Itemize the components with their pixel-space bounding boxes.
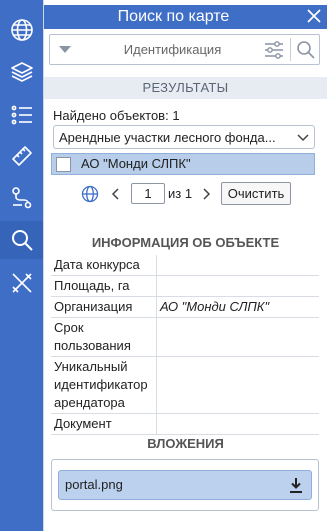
object-info-title: ИНФОРМАЦИЯ ОБ ОБЪЕКТЕ — [91, 235, 280, 250]
result-item[interactable]: АО "Монди СЛПК" — [51, 153, 315, 175]
layer-select[interactable]: Арендные участки лесного фонда... — [53, 125, 315, 149]
attachments-title: ВЛОЖЕНИЯ — [147, 436, 224, 451]
attachment-filename: portal.png — [65, 477, 123, 492]
page-count: из 1 — [168, 186, 193, 201]
page-input[interactable]: 1 — [131, 183, 165, 204]
attr-key: Организация — [51, 296, 157, 318]
chevron-left-icon[interactable] — [110, 187, 122, 201]
search-submit-icon[interactable] — [295, 39, 317, 61]
ruler-icon — [11, 146, 32, 166]
panel-titlebar: Поиск по карте — [44, 5, 327, 29]
globe-button[interactable] — [0, 11, 43, 49]
pager: 1 из 1 Очистить — [44, 182, 327, 206]
result-item-label: АО "Монди СЛПК" — [81, 156, 191, 171]
route-button[interactable] — [0, 179, 43, 217]
attr-value — [156, 413, 319, 435]
table-row: Организация АО "Монди СЛПК" — [51, 296, 319, 318]
attributes-table: Дата конкурса Площадь, га Организация АО … — [51, 255, 319, 435]
table-row: Срок пользования — [51, 317, 319, 357]
attr-key: Срок пользования — [51, 317, 157, 357]
attr-value — [156, 317, 319, 357]
search-mode-label[interactable]: Идентификация — [80, 42, 265, 57]
filter-settings-icon[interactable] — [263, 39, 285, 61]
attr-value — [156, 275, 319, 297]
search-mode-dropdown[interactable] — [50, 35, 80, 64]
chevron-right-icon[interactable] — [200, 187, 212, 201]
search-map-button[interactable] — [0, 221, 43, 259]
zoom-to-globe-icon[interactable] — [81, 185, 99, 203]
tools-button[interactable] — [0, 264, 43, 302]
list-icon — [11, 105, 32, 125]
attr-key: Документ — [51, 413, 157, 435]
attr-key: Уникальный идентификатор арендатора — [51, 356, 157, 414]
table-row: Площадь, га — [51, 275, 319, 297]
tools-icon — [11, 273, 32, 293]
found-count: Найдено объектов: 1 — [53, 108, 180, 123]
layer-select-value: Арендные участки лесного фонда... — [59, 130, 276, 145]
search-panel: Поиск по карте Идентификация РЕЗУЛЬТАТЫ … — [43, 0, 327, 531]
layers-icon — [10, 62, 33, 82]
search-icon — [11, 230, 33, 251]
attr-value: АО "Монди СЛПК" — [156, 296, 319, 318]
table-row: Документ — [51, 413, 319, 435]
legend-button[interactable] — [0, 96, 43, 134]
clear-button[interactable]: Очистить — [221, 182, 291, 205]
attr-value — [156, 255, 319, 276]
search-box: Идентификация — [49, 34, 320, 65]
divider — [290, 38, 291, 61]
attr-key: Дата конкурса — [51, 255, 157, 276]
caret-down-icon — [59, 45, 71, 53]
table-row: Дата конкурса — [51, 255, 319, 276]
layers-button[interactable] — [0, 53, 43, 91]
panel-title: Поиск по карте — [117, 8, 230, 25]
close-icon[interactable] — [305, 7, 323, 25]
table-row: Уникальный идентификатор арендатора — [51, 356, 319, 414]
globe-icon — [10, 19, 33, 41]
measure-button[interactable] — [0, 137, 43, 175]
left-toolbar — [0, 0, 43, 531]
attachments-box: portal.png — [51, 459, 319, 511]
results-header: РЕЗУЛЬТАТЫ — [44, 77, 327, 99]
route-icon — [11, 187, 31, 209]
result-checkbox[interactable] — [56, 157, 71, 172]
attachment-item[interactable]: portal.png — [58, 470, 312, 500]
download-icon[interactable] — [287, 476, 305, 494]
chevron-down-icon — [297, 134, 309, 142]
attr-value — [156, 356, 319, 414]
attr-key: Площадь, га — [51, 275, 157, 297]
